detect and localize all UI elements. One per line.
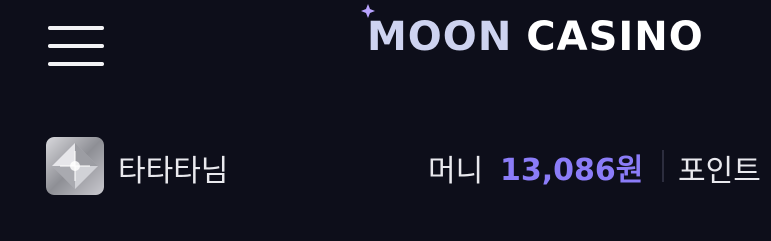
balance-divider <box>662 150 664 182</box>
username: 타타타님 <box>118 154 229 189</box>
diamond-gem-icon <box>46 137 104 195</box>
money-balance[interactable]: 13,086원 <box>500 145 643 189</box>
user-level-badge <box>46 137 104 195</box>
points-label[interactable]: 포인트 <box>678 146 761 190</box>
hamburger-menu-icon <box>48 26 104 30</box>
money-label: 머니 <box>428 154 484 189</box>
logo-wordmark: MOON CASINO <box>367 14 704 60</box>
user-info-bar: 타타타님 머니 13,086원 포인트 <box>0 134 771 198</box>
menu-button[interactable] <box>44 24 108 70</box>
hamburger-menu-icon <box>48 62 104 66</box>
mobile-header-screen: MOON CASINO 타타타님 머니 13,086원 포인트 <box>0 0 771 241</box>
logo-casino-text: CASINO <box>526 14 704 60</box>
logo-moon-text: MOON <box>367 14 513 60</box>
hamburger-menu-icon <box>48 44 104 48</box>
moon-casino-logo[interactable]: MOON CASINO <box>312 0 771 110</box>
